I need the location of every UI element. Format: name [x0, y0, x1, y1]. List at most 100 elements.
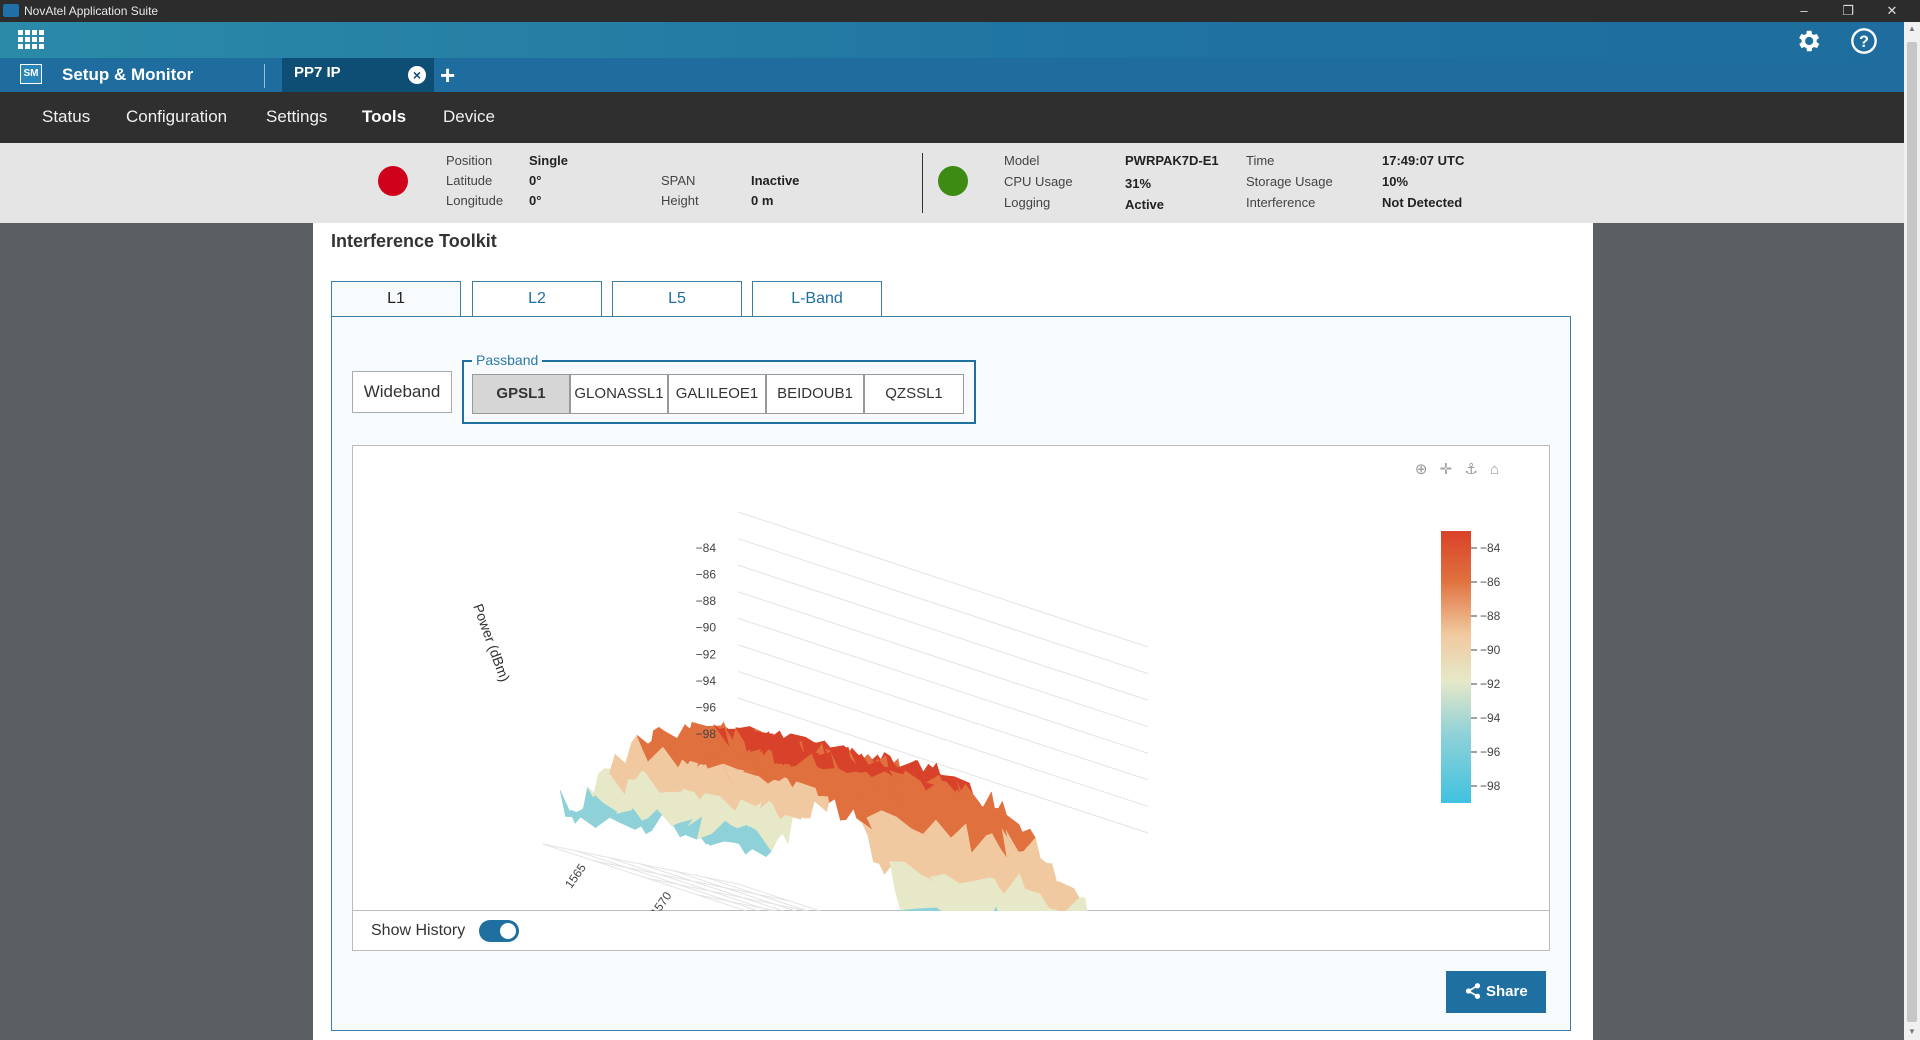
passband-beidoub1[interactable]: BEIDOUB1	[766, 374, 864, 414]
latitude-value: 0°	[529, 173, 542, 188]
history-row: Show History	[352, 911, 1550, 951]
nav-configuration[interactable]: Configuration	[126, 107, 227, 127]
tab-l-band[interactable]: L-Band	[752, 281, 882, 316]
interference-value: Not Detected	[1382, 195, 1463, 210]
grid-line	[737, 511, 1149, 648]
model-value: PWRPAK7D-E1	[1125, 153, 1219, 168]
show-history-label: Show History	[371, 922, 466, 939]
longitude-value: 0°	[529, 193, 542, 208]
spectrum-chart[interactable]: ⊕ ✛ ⚓ ⌂ 1565 1570 −84 −86 −88 −90 −92 −9…	[352, 445, 1551, 1025]
passband-glonassl1[interactable]: GLONASSL1	[570, 374, 668, 414]
latitude-label: Latitude	[446, 173, 493, 188]
orbit-icon[interactable]: ⚓	[1464, 461, 1477, 478]
scroll-down-icon[interactable]: ▼	[1908, 1027, 1916, 1036]
svg-text:?: ?	[1859, 33, 1869, 51]
grid-line	[696, 894, 892, 936]
cpu-label: CPU Usage	[1004, 174, 1073, 189]
z-tick-label: −86	[696, 568, 717, 582]
share-button[interactable]: Share	[1446, 971, 1546, 1013]
time-label: Time	[1246, 153, 1275, 168]
pan-icon[interactable]: ✛	[1440, 461, 1453, 478]
passband-legend: Passband	[472, 352, 543, 368]
session-tab[interactable]: PP7 IP ×	[282, 58, 434, 92]
app-divider	[264, 64, 265, 88]
tab-l5[interactable]: L5	[612, 281, 742, 316]
minimize-button[interactable]: –	[1782, 0, 1826, 22]
model-label: Model	[1004, 153, 1040, 168]
span-label: SPAN	[661, 173, 696, 188]
z-tick-label: −90	[696, 621, 717, 635]
span-value: Inactive	[751, 173, 800, 188]
scroll-up-icon[interactable]: ▲	[1908, 24, 1916, 33]
nav-device[interactable]: Device	[443, 107, 495, 127]
close-window-button[interactable]: ✕	[1870, 0, 1914, 22]
nav-settings[interactable]: Settings	[266, 107, 327, 127]
longitude-label: Longitude	[446, 193, 504, 208]
z-tick-label: −96	[696, 700, 717, 714]
colorbar-tick-label: −86	[1480, 575, 1501, 589]
gear-icon[interactable]	[1794, 27, 1822, 55]
colorbar-tick-label: −92	[1480, 677, 1501, 691]
chart-surface	[559, 721, 1135, 1006]
window-title-bar: NovAtel Application Suite – ❐ ✕	[0, 0, 1920, 22]
z-tick-label: −98	[696, 727, 717, 741]
surface-patch	[559, 789, 582, 824]
tab-l2[interactable]: L2	[472, 281, 602, 316]
storage-label: Storage Usage	[1246, 174, 1333, 189]
x-tick-label: 1570	[648, 889, 675, 912]
session-tab-label: PP7 IP	[294, 64, 341, 81]
app-bar: SM Setup & Monitor PP7 IP × +	[0, 58, 1904, 92]
home-icon[interactable]: ⌂	[1490, 461, 1499, 478]
close-tab-icon[interactable]: ×	[408, 66, 426, 84]
grid-line	[737, 591, 1149, 728]
window-title: NovAtel Application Suite	[24, 4, 159, 18]
interference-label: Interference	[1246, 195, 1316, 210]
passband-galileoe1[interactable]: GALILEOE1	[668, 374, 766, 414]
time-value: 17:49:07 UTC	[1382, 153, 1465, 168]
grid-line	[737, 617, 1149, 754]
colorbar-ticks: −84 −86 −88 −90 −92 −94 −96 −98	[1471, 541, 1501, 793]
app-grid-icon[interactable]	[18, 30, 46, 52]
top-bar: ?	[0, 22, 1904, 58]
tool-content: Interference Toolkit L1 L2 L5 L-Band Wid…	[313, 223, 1593, 1040]
help-icon[interactable]: ?	[1850, 27, 1878, 55]
app-name: Setup & Monitor	[62, 65, 194, 84]
nav-tools[interactable]: Tools	[362, 107, 406, 127]
tab-l1[interactable]: L1	[331, 281, 461, 317]
storage-value: 10%	[1382, 174, 1409, 189]
colorbar-tick-label: −88	[1480, 609, 1501, 623]
status-divider	[922, 153, 923, 213]
colorbar-tick-label: −84	[1480, 541, 1501, 555]
device-status-indicator	[938, 166, 968, 196]
colorbar	[1441, 531, 1471, 803]
add-tab-button[interactable]: +	[440, 60, 455, 91]
status-strip: Position Single Latitude 0° Longitude 0°…	[0, 143, 1904, 223]
logging-value: Active	[1125, 197, 1165, 212]
surface-plot[interactable]: 156515701575158015850102030405060−84−86−…	[353, 446, 1551, 1025]
position-value: Single	[529, 153, 569, 168]
app-logo-icon	[3, 4, 19, 17]
position-status-indicator	[378, 166, 408, 196]
wideband-button[interactable]: Wideband	[352, 371, 452, 413]
nav-status[interactable]: Status	[42, 107, 90, 127]
z-tick-label: −84	[696, 541, 717, 555]
colorbar-tick-label: −94	[1480, 711, 1501, 725]
show-history-toggle[interactable]	[479, 920, 519, 942]
page-title: Interference Toolkit	[331, 231, 497, 251]
zoom-icon[interactable]: ⊕	[1415, 461, 1428, 478]
passband-group: Passband GPSL1 GLONASSL1 GALILEOE1 BEIDO…	[462, 352, 976, 424]
grid-line	[594, 860, 790, 902]
restore-button[interactable]: ❐	[1826, 0, 1870, 22]
page-scrollbar[interactable]: ▲ ▼	[1904, 22, 1920, 1040]
passband-gpsl1[interactable]: GPSL1	[472, 374, 570, 414]
z-tick-label: −88	[696, 594, 717, 608]
passband-qzssl1[interactable]: QZSSL1	[864, 374, 964, 414]
x-tick-label: 1565	[562, 861, 589, 891]
logging-label: Logging	[1004, 195, 1051, 210]
position-label: Position	[446, 153, 493, 168]
app-badge: SM	[20, 64, 42, 84]
toggle-knob	[500, 923, 516, 939]
scrollbar-thumb[interactable]	[1907, 42, 1917, 1022]
band-panel: Wideband Passband GPSL1 GLONASSL1 GALILE…	[331, 316, 1571, 1031]
z-tick-label: −94	[696, 674, 717, 688]
